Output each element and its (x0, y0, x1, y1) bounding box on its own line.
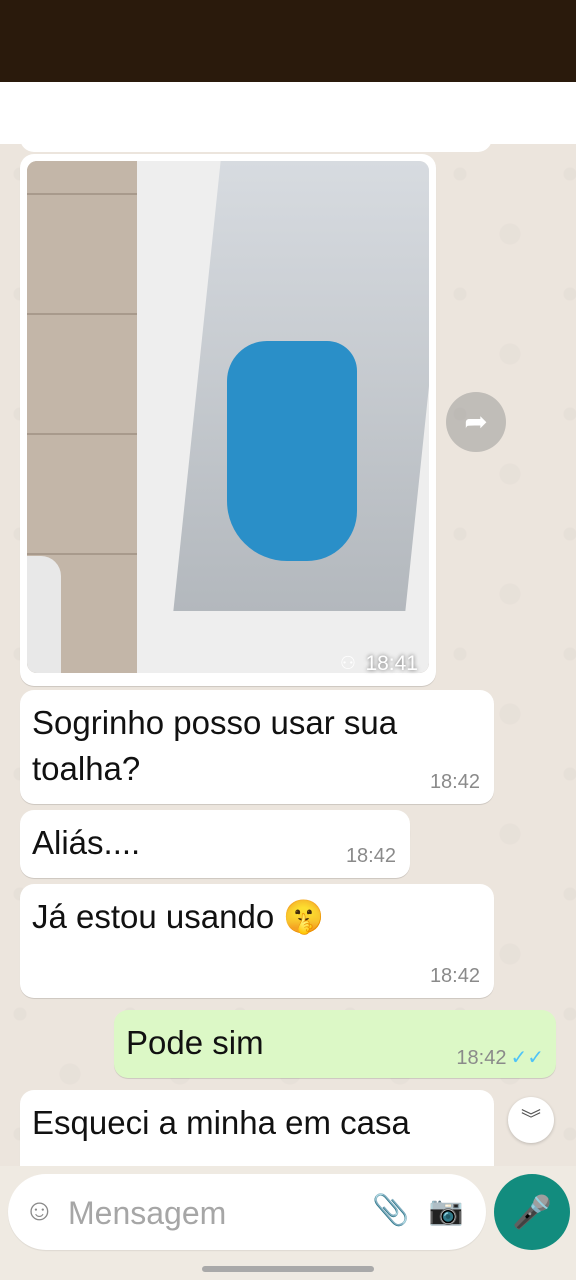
forward-icon[interactable]: ➦ (446, 392, 506, 452)
message-input-box[interactable]: ☺ 📎 📷 (8, 1174, 486, 1250)
message-text: Pode sim (126, 1024, 264, 1061)
status-bar (0, 0, 576, 82)
message-text: Sogrinho posso usar sua toalha? (32, 704, 398, 787)
view-once-icon: ⚇ (339, 653, 356, 673)
double-check-icon: ✓✓ (510, 1047, 544, 1069)
chat-area[interactable]: ⚇ 18:41 ➦ Sogrinho posso usar sua toalha… (0, 144, 576, 1174)
incoming-message[interactable]: Aliás.... 18:42 (20, 810, 410, 878)
message-text: Esqueci a minha em casa (32, 1104, 410, 1141)
message-photo[interactable] (27, 161, 429, 673)
message-time: 18:42 (456, 1047, 507, 1069)
message-input[interactable] (66, 1188, 370, 1238)
message-text: Aliás.... (32, 824, 141, 861)
microphone-icon[interactable]: 🎤 (494, 1174, 570, 1250)
double-chevron-down-icon[interactable]: ︾ (508, 1097, 554, 1143)
message-time: 18:41 (365, 652, 418, 675)
message-time: 18:42 (429, 771, 480, 793)
outgoing-message[interactable]: Pode sim 18:42 ✓✓ (114, 1010, 556, 1078)
message-time: 18:42 (345, 845, 396, 867)
top-strip (0, 82, 576, 144)
incoming-message[interactable]: Sogrinho posso usar sua toalha? 18:42 (20, 690, 494, 804)
message-time-row: 18:42 ✓✓ (456, 1045, 544, 1070)
camera-icon[interactable]: 📷 (428, 1194, 464, 1228)
previous-message-bubble (20, 144, 492, 152)
image-message[interactable]: ⚇ 18:41 (20, 154, 436, 686)
incoming-message[interactable]: Esqueci a minha em casa (20, 1090, 494, 1174)
emoji-icon[interactable]: ☺ (24, 1194, 58, 1228)
paperclip-icon[interactable]: 📎 (372, 1194, 409, 1228)
message-time: 18:42 (429, 965, 480, 987)
compose-bar: ☺ 📎 📷 🎤 (0, 1166, 576, 1280)
message-text: Já estou usando 🤫 (32, 898, 325, 935)
home-indicator (202, 1266, 374, 1272)
incoming-message[interactable]: Já estou usando 🤫 18:42 (20, 884, 494, 998)
